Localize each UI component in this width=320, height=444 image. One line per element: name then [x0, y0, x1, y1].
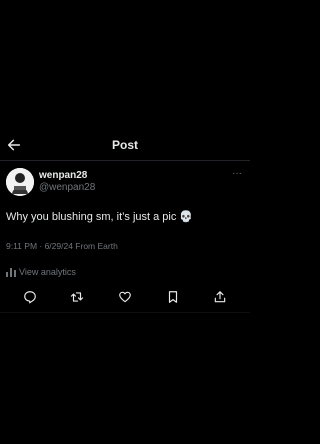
avatar-image [6, 168, 34, 196]
post-header: Post [0, 132, 250, 160]
repost-icon[interactable] [70, 290, 84, 304]
user-handle[interactable]: @wenpan28 [39, 182, 95, 193]
more-options-icon[interactable]: ··· [232, 168, 242, 179]
like-icon[interactable] [118, 290, 132, 304]
analytics-icon [6, 268, 16, 277]
share-icon[interactable] [213, 290, 227, 304]
post-actions [0, 290, 250, 306]
bookmark-icon[interactable] [166, 290, 180, 304]
post-meta: 9:11 PM · 6/29/24 From Earth [6, 241, 118, 251]
display-name[interactable]: wenpan28 [39, 170, 87, 181]
reply-icon[interactable] [23, 290, 37, 304]
view-analytics-label: View analytics [19, 267, 76, 277]
avatar[interactable] [6, 168, 34, 196]
header-divider [0, 160, 250, 161]
post-text: Why you blushing sm, it’s just a pic 💀 [6, 211, 194, 223]
page-title: Post [111, 138, 138, 152]
post-divider [0, 312, 250, 313]
